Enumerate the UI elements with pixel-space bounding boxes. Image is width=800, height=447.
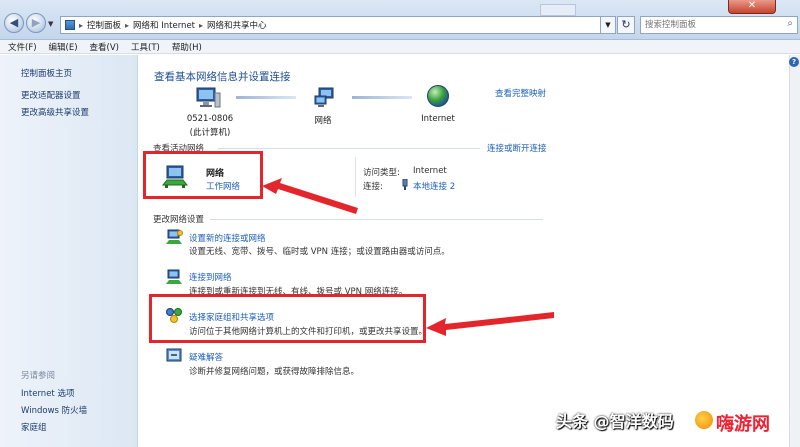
setup-connection-icon (166, 229, 183, 244)
homegroup-link[interactable]: 家庭组 (21, 421, 47, 433)
troubleshoot-icon (166, 348, 182, 362)
change-advanced-sharing-link[interactable]: 更改高级共享设置 (21, 106, 89, 118)
globe-icon (427, 85, 449, 107)
connection-label: 连接: (363, 182, 383, 192)
breadcrumb[interactable]: ▸ 控制面板 ▸ 网络和 Internet ▸ 网络和共享中心 (60, 16, 616, 34)
recent-pages-chevron-icon[interactable]: ▼ (48, 20, 53, 28)
left-task-pane: 控制面板主页 更改适配器设置 更改高级共享设置 另请参阅 Internet 选项… (0, 55, 138, 447)
windows-firewall-link[interactable]: Windows 防火墙 (21, 404, 87, 416)
connect-to-network-link[interactable]: 连接到网络 (189, 271, 232, 283)
menu-edit[interactable]: 编辑(E) (49, 41, 78, 53)
annotation-arrow (262, 178, 358, 214)
computer-subtitle: (此计算机) (189, 128, 231, 138)
connection-line (236, 96, 296, 99)
see-full-map-link[interactable]: 查看完整映射 (495, 87, 546, 99)
annotation-arrow (426, 312, 554, 336)
menu-view[interactable]: 查看(V) (90, 41, 119, 53)
divider (210, 219, 543, 220)
breadcrumb-separator[interactable]: ▸ (79, 21, 83, 30)
watermark-text: 头条 @智洋数码 (556, 412, 674, 431)
annotation-highlight-box (149, 294, 426, 343)
search-box[interactable]: ⌕ (640, 16, 798, 34)
see-also-title: 另请参阅 (21, 371, 56, 381)
background-window (540, 4, 576, 16)
troubleshoot-link[interactable]: 疑难解答 (189, 351, 223, 363)
forward-button[interactable]: ▶ (26, 13, 46, 33)
menu-file[interactable]: 文件(F) (8, 41, 37, 53)
page-title: 查看基本网络信息并设置连接 (154, 71, 291, 83)
menu-tools[interactable]: 工具(T) (131, 41, 160, 53)
annotation-highlight-box (143, 151, 263, 199)
ethernet-icon (402, 179, 408, 190)
help-icon[interactable]: ? (789, 57, 799, 67)
back-button[interactable]: ◀ (4, 13, 24, 33)
close-button[interactable]: ✕ (728, 0, 776, 14)
task-description: 诊断并修复网络问题，或获得故障排除信息。 (189, 367, 360, 377)
access-type-label: 访问类型: (363, 168, 400, 178)
task-description: 设置无线、宽带、拨号、临时或 VPN 连接；或设置路由器或访问点。 (189, 247, 450, 257)
breadcrumb-separator[interactable]: ▸ (199, 21, 203, 30)
change-adapter-settings-link[interactable]: 更改适配器设置 (21, 89, 81, 101)
computer-name: 0521-0806 (186, 114, 234, 124)
access-type-value: Internet (413, 166, 447, 176)
address-dropdown-icon[interactable]: ▼ (600, 16, 616, 34)
computer-icon (196, 87, 221, 108)
breadcrumb-control-panel[interactable]: 控制面板 (87, 19, 121, 31)
change-settings-label: 更改网络设置 (153, 215, 205, 225)
internet-options-link[interactable]: Internet 选项 (21, 387, 74, 399)
search-input[interactable] (641, 17, 771, 33)
setup-new-connection-link[interactable]: 设置新的连接或网络 (189, 232, 266, 244)
breadcrumb-network-internet[interactable]: 网络和 Internet (133, 19, 195, 31)
breadcrumb-separator[interactable]: ▸ (125, 21, 129, 30)
network-label: 网络 (314, 116, 332, 126)
watermark-logo-icon (694, 410, 714, 430)
watermark-brand: 嗨游网 (716, 414, 770, 435)
refresh-button[interactable]: ↻ (617, 16, 635, 34)
menu-bar: 文件(F) 编辑(E) 查看(V) 工具(T) 帮助(H) (0, 40, 800, 54)
breadcrumb-network-sharing-center[interactable]: 网络和共享中心 (207, 19, 267, 31)
control-panel-icon (65, 20, 75, 30)
menu-help[interactable]: 帮助(H) (172, 41, 202, 53)
connect-disconnect-link[interactable]: 连接或断开连接 (487, 142, 547, 154)
vertical-scrollbar[interactable] (789, 55, 800, 447)
search-icon[interactable]: ⌕ (787, 18, 793, 29)
connection-line (352, 96, 412, 99)
internet-label: Internet (421, 114, 455, 124)
local-connection-link[interactable]: 本地连接 2 (413, 180, 455, 192)
divider (218, 148, 480, 149)
network-icon (314, 87, 334, 107)
address-bar: ✕ ◀ ▶ ▼ ▸ 控制面板 ▸ 网络和 Internet ▸ 网络和共享中心 … (0, 0, 800, 40)
connect-network-icon (166, 269, 182, 284)
control-panel-home-link[interactable]: 控制面板主页 (21, 67, 72, 79)
